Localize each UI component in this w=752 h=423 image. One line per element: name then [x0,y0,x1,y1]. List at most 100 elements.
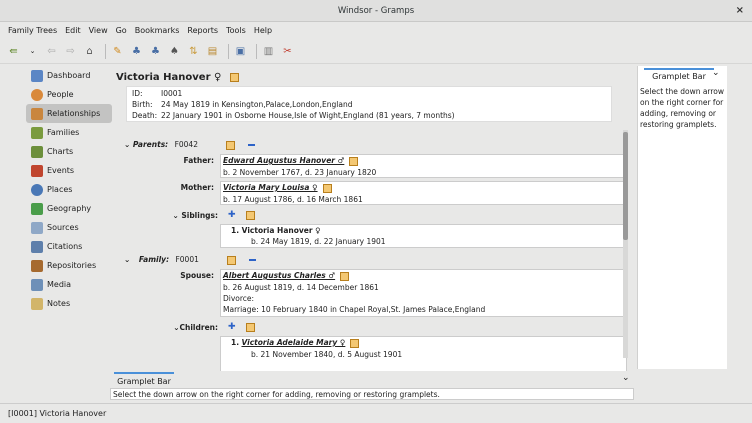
edit-spouse-icon[interactable] [340,271,350,281]
sidebar-item-sources[interactable]: Sources [26,218,112,237]
chevron-down-icon[interactable]: ⌄ [25,44,40,59]
sidebar-item-label: Charts [47,147,74,156]
sidebar-item-label: Families [47,128,80,137]
charts-icon [31,145,43,158]
spouse-name[interactable]: Albert Augustus Charles ♂ [223,271,335,280]
spouse-dates: b. 26 August 1819, d. 14 December 1861 [223,283,379,292]
expand-family-icon[interactable]: ⌄ [124,255,133,264]
parents-family-id: F0042 [174,140,198,149]
mother-name[interactable]: Victoria Mary Louisa ♀ [223,183,318,192]
edit-family-icon[interactable] [226,140,236,150]
tab-gramplet-bar[interactable]: Gramplet Bar [644,68,714,82]
sidebar-item-relationships[interactable]: Relationships [26,104,112,123]
share-sibling-icon[interactable] [245,210,255,220]
sibling-name[interactable]: 1. Victoria Hanover ♀ [231,226,321,235]
toolbar-separator [105,43,106,59]
father-dates: b. 2 November 1767, d. 23 January 1820 [223,168,377,177]
chevron-down-icon[interactable]: ⌄ [712,68,720,78]
document-icon[interactable]: ▥ [261,44,276,59]
spouse-box: Albert Augustus Charles ♂ b. 26 August 1… [220,269,627,317]
reorder-icon[interactable]: ⇅ [186,44,201,59]
children-actions: ✚ [228,322,255,332]
parents-label: Parents: [132,140,169,149]
sidebar-item-families[interactable]: Families [26,123,112,142]
father-label: Father: [183,156,214,165]
repositories-icon [31,259,43,272]
toolbar-separator [256,43,257,59]
edit-father-icon[interactable] [349,156,359,166]
menu-edit[interactable]: Edit [61,26,85,35]
title-bar: Windsor - Gramps × [0,0,752,22]
chevron-down-icon[interactable]: ⌄ [622,373,630,383]
sidebar-item-label: Notes [47,299,71,308]
sidebar-item-label: Repositories [47,261,97,270]
remove-family-icon[interactable] [247,144,255,146]
relationship-view: Victoria Hanover ♀ ID: I0001 Birth: 24 May… [112,66,630,371]
sidebar-item-label: Events [47,166,75,175]
sidebar-item-repositories[interactable]: Repositories [26,256,112,275]
marriage-event: Marriage: 10 February 1840 in Chapel Roy… [223,305,486,314]
sidebar-item-people[interactable]: People [26,85,112,104]
back-icon[interactable]: ⇦ [44,44,59,59]
expand-parents-icon[interactable]: ⌄ [124,140,133,149]
sidebar-item-places[interactable]: Places [26,180,112,199]
home-icon[interactable]: ⌂ [82,44,97,59]
media-icon [31,278,43,291]
edit-spouse-family-icon[interactable] [227,255,237,265]
person-death: 22 January 1901 in Osborne House,Isle of… [161,111,455,120]
edit-icon[interactable]: ✎ [110,44,125,59]
forward-icon[interactable]: ⇨ [63,44,78,59]
sidebar-item-citations[interactable]: Citations [26,237,112,256]
child-dates: b. 21 November 1840, d. 5 August 1901 [251,350,403,359]
menu-help[interactable]: Help [250,26,276,35]
menu-bar: Family Trees Edit View Go Bookmarks Repo… [0,22,752,39]
expand-siblings-icon[interactable]: ⌄ [172,211,181,220]
notes-icon [31,297,43,310]
father-name[interactable]: Edward Augustus Hanover ♂ [223,156,344,165]
mother-box: Victoria Mary Louisa ♀ b. 17 August 1786… [220,181,627,205]
sidebar-item-dashboard[interactable]: Dashboard [26,66,112,85]
share-child-icon[interactable] [245,322,255,332]
id-label: ID: [132,89,143,98]
menu-bookmarks[interactable]: Bookmarks [131,26,184,35]
birth-label: Birth: [132,100,153,109]
add-child-icon[interactable]: ✚ [228,322,236,332]
person-birth: 24 May 1819 in Kensington,Palace,London,… [161,100,353,109]
places-icon [31,183,43,196]
sidebar-item-events[interactable]: Events [26,161,112,180]
sidebar-item-geography[interactable]: Geography [26,199,112,218]
sidebar-item-notes[interactable]: Notes [26,294,112,313]
menu-family-trees[interactable]: Family Trees [4,26,61,35]
close-button[interactable]: × [736,0,744,22]
sidebar-toggle-icon[interactable]: ⇚ [6,44,21,59]
gramplet-help-text: Select the down arrow on the right corne… [640,87,725,129]
remove-spouse-family-icon[interactable] [248,259,256,261]
person-info-box: ID: I0001 Birth: 24 May 1819 in Kensington… [126,86,612,122]
add-sibling-icon[interactable]: ✚ [228,210,236,220]
divorce-event: Divorce: [223,294,255,303]
sidebar-item-media[interactable]: Media [26,275,112,294]
person-name[interactable]: Victoria Hanover ♀ [116,72,221,83]
siblings-box: 1. Victoria Hanover ♀ b. 24 May 1819, d.… [220,224,627,248]
death-label: Death: [132,111,158,120]
clipboard-icon[interactable]: ▤ [205,44,220,59]
add-parents-icon[interactable]: ♣ [129,44,144,59]
menu-tools[interactable]: Tools [222,26,250,35]
bottom-gramplet-text: Select the down arrow on the right corne… [110,388,634,400]
people-icon [31,88,43,101]
edit-mother-icon[interactable] [322,183,332,193]
menu-reports[interactable]: Reports [183,26,222,35]
tools-icon[interactable]: ✂ [280,44,295,59]
sidebar-item-charts[interactable]: Charts [26,142,112,161]
menu-view[interactable]: View [85,26,112,35]
parents-row: ⌄ Parents: F0042 [124,140,255,150]
reports-icon[interactable]: ▣ [233,44,248,59]
edit-child-icon[interactable] [350,338,360,348]
child-name[interactable]: Victoria Adelaide Mary ♀ [241,338,345,347]
scrollbar-thumb[interactable] [623,132,628,240]
share-parents-icon[interactable]: ♣ [148,44,163,59]
add-family-icon[interactable]: ♠ [167,44,182,59]
edit-person-icon[interactable] [229,72,239,82]
tab-bottom-gramplet-bar[interactable]: Gramplet Bar [114,372,174,388]
menu-go[interactable]: Go [112,26,131,35]
